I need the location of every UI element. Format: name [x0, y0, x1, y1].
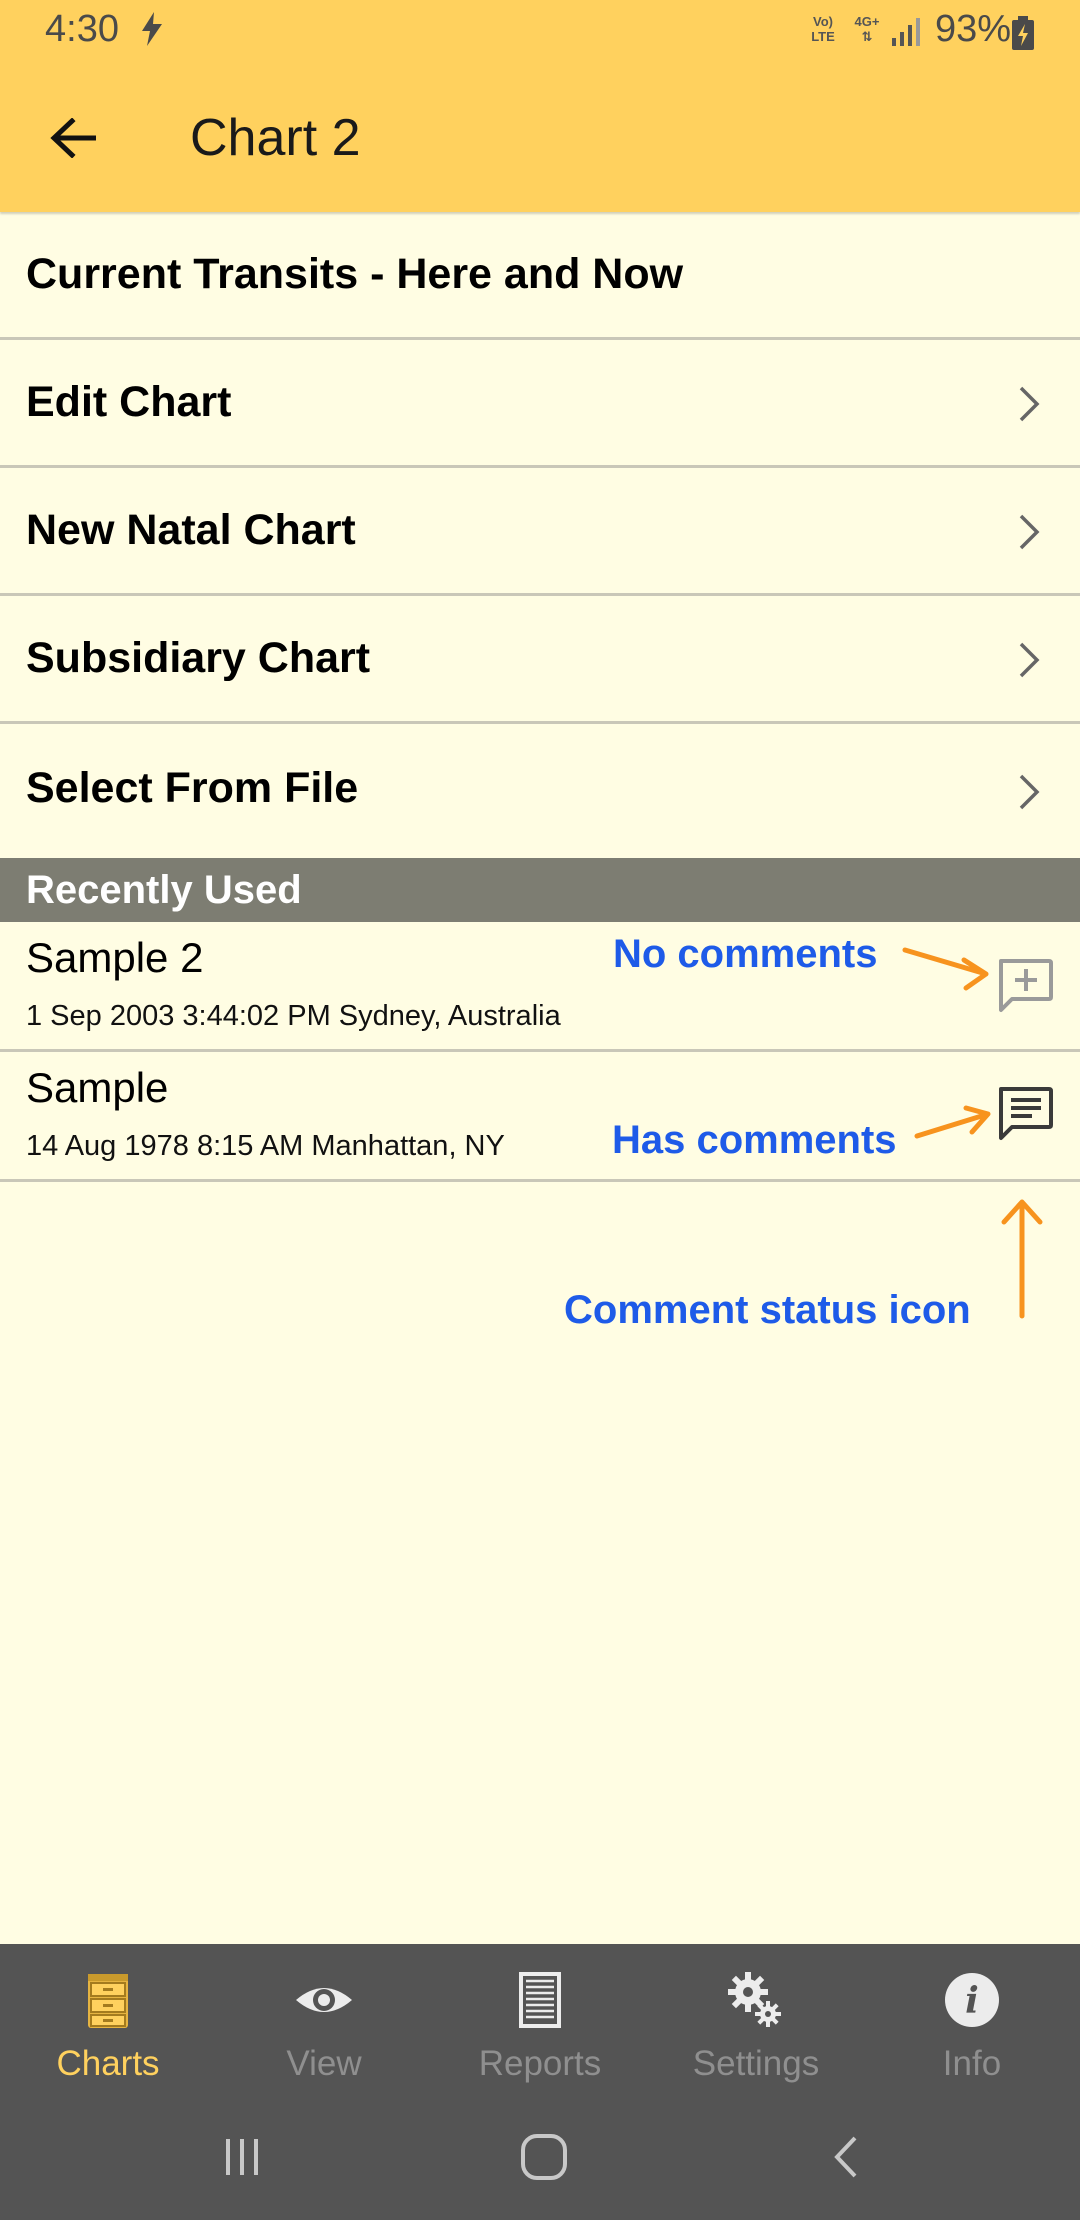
comment-icon[interactable] [996, 1086, 1054, 1144]
recent-item-name: Sample [26, 1064, 169, 1111]
nav-tab-label: View [286, 2044, 362, 2083]
charging-bolt-icon [142, 12, 162, 46]
menu-item-label: Select From File [26, 764, 359, 812]
chevron-right-icon [1019, 774, 1040, 810]
battery-percent: 93% [935, 8, 1012, 50]
menu-item-label: Edit Chart [26, 378, 232, 426]
comment-add-icon[interactable] [996, 958, 1054, 1016]
nav-tab-info[interactable]: i Info [864, 1944, 1080, 2092]
menu-item-label: Current Transits - Here and Now [26, 250, 684, 298]
signal-icon [892, 18, 920, 46]
status-time: 4:30 [45, 8, 119, 50]
home-icon [521, 2134, 567, 2180]
svg-text:i: i [965, 1980, 979, 2022]
annotation-arrow [902, 947, 989, 991]
nav-tab-label: Info [942, 2044, 1002, 2083]
status-bar: 4:30 Vo) LTE 4G+ ⇅ 93% [0, 0, 1080, 64]
system-navigation-bar [0, 2092, 1080, 2220]
volte-indicator: Vo) LTE [811, 14, 835, 44]
menu-item-label: New Natal Chart [26, 506, 356, 554]
recent-apps-icon [226, 2139, 258, 2175]
menu-item-subsidiary-chart[interactable]: Subsidiary Chart [0, 596, 1080, 724]
annotation-comment-status: Comment status icon [564, 1288, 971, 1332]
nav-tab-charts[interactable]: Charts [0, 1944, 216, 2092]
nav-tab-reports[interactable]: Reports [432, 1944, 648, 2092]
annotation-no-comments: No comments [613, 932, 878, 976]
info-icon: i [945, 1973, 999, 2027]
menu-item-label: Subsidiary Chart [26, 634, 371, 682]
nav-tab-label: Settings [692, 2044, 820, 2083]
recent-item-detail: 14 Aug 1978 8:15 AM Manhattan, NY [26, 1130, 505, 1162]
eye-icon [296, 1988, 352, 2012]
back-button[interactable] [40, 108, 106, 168]
system-back-button[interactable] [806, 2122, 886, 2192]
annotation-has-comments: Has comments [612, 1118, 897, 1162]
nav-tab-label: Charts [56, 2044, 160, 2083]
chevron-right-icon [1019, 386, 1040, 422]
battery-charging-icon [1012, 16, 1034, 50]
menu-item-new-natal-chart[interactable]: New Natal Chart [0, 468, 1080, 596]
annotation-arrow [914, 1105, 991, 1139]
nav-tab-settings[interactable]: Settings [648, 1944, 864, 2092]
home-button[interactable] [504, 2122, 584, 2192]
app-bar: Chart 2 [0, 64, 1080, 212]
menu-item-current-transits[interactable]: Current Transits - Here and Now [0, 212, 1080, 340]
data-indicator: 4G+ ⇅ [854, 14, 880, 44]
annotation-arrow-up [1001, 1199, 1043, 1319]
document-icon [519, 1972, 561, 2028]
recent-item-name: Sample 2 [26, 934, 204, 981]
arrow-left-icon [50, 118, 96, 158]
recent-apps-button[interactable] [202, 2122, 282, 2192]
page-title: Chart 2 [190, 109, 361, 167]
menu-item-edit-chart[interactable]: Edit Chart [0, 340, 1080, 468]
nav-tab-label: Reports [478, 2044, 602, 2083]
bottom-navigation: Charts View Reports Settings i Info [0, 1944, 1080, 2092]
recently-used-header: Recently Used [0, 858, 1080, 922]
nav-tab-view[interactable]: View [216, 1944, 432, 2092]
recent-item-detail: 1 Sep 2003 3:44:02 PM Sydney, Australia [26, 1000, 561, 1032]
gear-icon [728, 1972, 781, 2027]
menu-item-select-from-file[interactable]: Select From File [0, 724, 1080, 858]
file-cabinet-icon [88, 1974, 128, 2028]
chevron-left-icon [834, 2136, 857, 2178]
chevron-right-icon [1019, 642, 1040, 678]
chevron-right-icon [1019, 514, 1040, 550]
section-title: Recently Used [26, 868, 302, 912]
